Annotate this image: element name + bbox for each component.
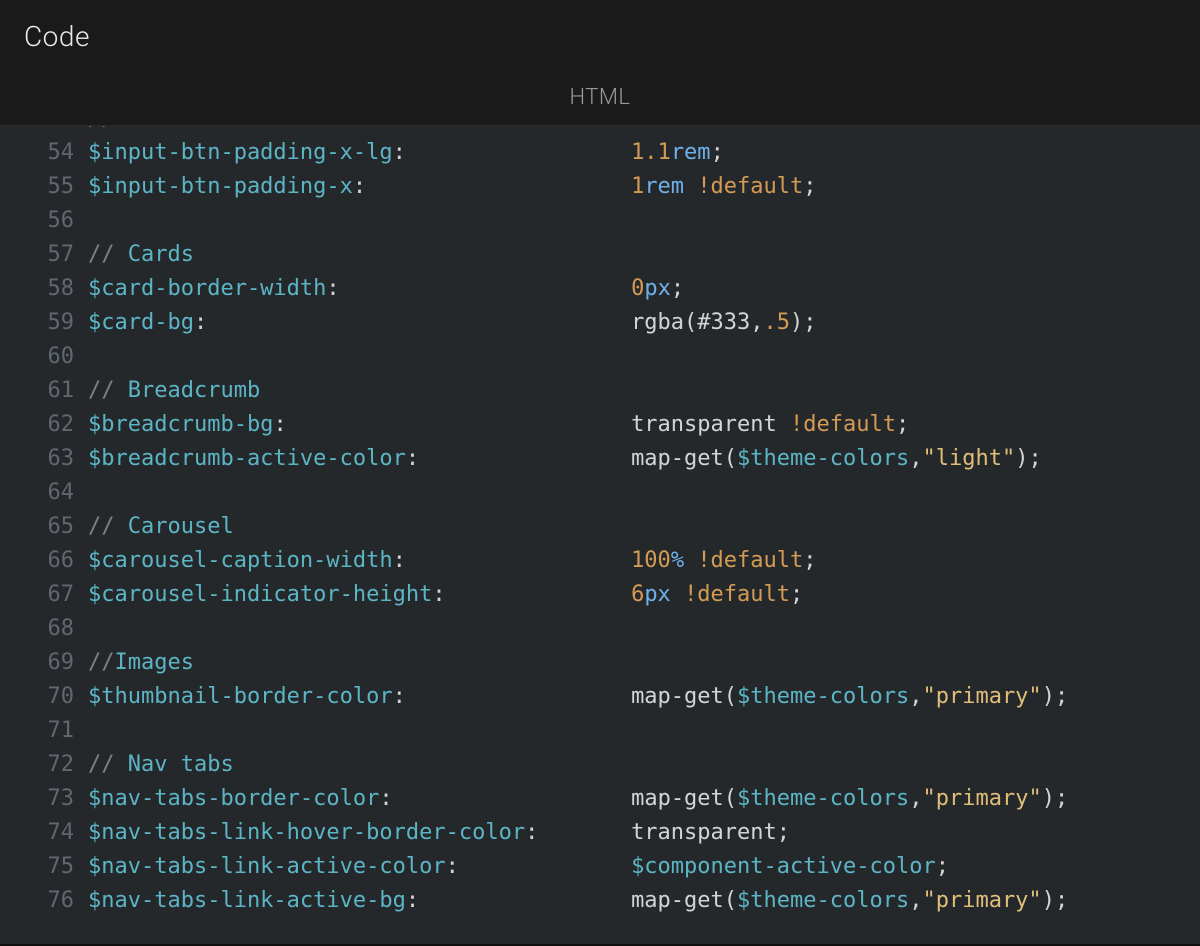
code-content[interactable]	[88, 476, 1200, 510]
line-number: 61	[0, 374, 88, 408]
code-line[interactable]: 70$thumbnail-border-color: map-get($them…	[0, 680, 1200, 714]
line-number: 68	[0, 612, 88, 646]
code-line[interactable]: 54$input-btn-padding-x-lg: 1.1rem;	[0, 136, 1200, 170]
line-number: 56	[0, 204, 88, 238]
line-number: 63	[0, 442, 88, 476]
code-line[interactable]: 61// Breadcrumb	[0, 374, 1200, 408]
line-number: 70	[0, 680, 88, 714]
line-number: 54	[0, 136, 88, 170]
code-line[interactable]: 64	[0, 476, 1200, 510]
panel-header: Code	[0, 0, 1200, 70]
line-number: 72	[0, 748, 88, 782]
line-number: 55	[0, 170, 88, 204]
code-line[interactable]: 55$input-btn-padding-x: 1rem !default;	[0, 170, 1200, 204]
code-content[interactable]: // Nav tabs	[88, 748, 1200, 782]
code-line[interactable]: 73$nav-tabs-border-color: map-get($theme…	[0, 782, 1200, 816]
code-line[interactable]: 72// Nav tabs	[0, 748, 1200, 782]
code-content[interactable]	[88, 204, 1200, 238]
code-content[interactable]: $thumbnail-border-color: map-get($theme-…	[88, 680, 1200, 714]
code-content[interactable]: $carousel-caption-width: 100% !default;	[88, 544, 1200, 578]
code-content[interactable]: $input-btn-padding-x: 1rem !default;	[88, 170, 1200, 204]
line-number: 66	[0, 544, 88, 578]
code-content[interactable]: // Breadcrumb	[88, 374, 1200, 408]
code-content[interactable]	[88, 612, 1200, 646]
code-content[interactable]: // Buttons	[88, 125, 1200, 136]
tab-html[interactable]: HTML	[569, 85, 630, 110]
code-content[interactable]: // Cards	[88, 238, 1200, 272]
line-number: 53	[0, 125, 88, 136]
code-line[interactable]: 69//Images	[0, 646, 1200, 680]
panel-title: Code	[24, 20, 1176, 53]
line-number: 67	[0, 578, 88, 612]
code-content[interactable]: $card-bg: rgba(#333,.5);	[88, 306, 1200, 340]
tab-bar: HTML	[0, 70, 1200, 125]
code-line[interactable]: 58$card-border-width: 0px;	[0, 272, 1200, 306]
code-line[interactable]: 63$breadcrumb-active-color: map-get($the…	[0, 442, 1200, 476]
code-line[interactable]: 57// Cards	[0, 238, 1200, 272]
code-content[interactable]: // Carousel	[88, 510, 1200, 544]
code-line[interactable]: 56	[0, 204, 1200, 238]
code-line[interactable]: 71	[0, 714, 1200, 748]
line-number: 69	[0, 646, 88, 680]
code-line[interactable]: 60	[0, 340, 1200, 374]
line-number: 71	[0, 714, 88, 748]
code-line[interactable]: 76$nav-tabs-link-active-bg: map-get($the…	[0, 884, 1200, 918]
line-number: 59	[0, 306, 88, 340]
code-line[interactable]: 59$card-bg: rgba(#333,.5);	[0, 306, 1200, 340]
line-number: 60	[0, 340, 88, 374]
code-line[interactable]: 67$carousel-indicator-height: 6px !defau…	[0, 578, 1200, 612]
code-content[interactable]: $card-border-width: 0px;	[88, 272, 1200, 306]
line-number: 58	[0, 272, 88, 306]
code-content[interactable]: $input-btn-padding-x-lg: 1.1rem;	[88, 136, 1200, 170]
code-content[interactable]: $nav-tabs-link-active-color: $component-…	[88, 850, 1200, 884]
code-content[interactable]	[88, 714, 1200, 748]
code-content[interactable]: $breadcrumb-bg: transparent !default;	[88, 408, 1200, 442]
code-line[interactable]: 53// Buttons	[0, 125, 1200, 136]
code-line[interactable]: 62$breadcrumb-bg: transparent !default;	[0, 408, 1200, 442]
line-number: 76	[0, 884, 88, 918]
line-number: 64	[0, 476, 88, 510]
code-content[interactable]: $nav-tabs-link-active-bg: map-get($theme…	[88, 884, 1200, 918]
code-content[interactable]: $nav-tabs-link-hover-border-color: trans…	[88, 816, 1200, 850]
code-line[interactable]: 68	[0, 612, 1200, 646]
code-content[interactable]: $carousel-indicator-height: 6px !default…	[88, 578, 1200, 612]
code-line[interactable]: 74$nav-tabs-link-hover-border-color: tra…	[0, 816, 1200, 850]
code-editor[interactable]: 53// Buttons54$input-btn-padding-x-lg: 1…	[0, 125, 1200, 946]
code-line[interactable]: 65// Carousel	[0, 510, 1200, 544]
line-number: 65	[0, 510, 88, 544]
code-content[interactable]: $nav-tabs-border-color: map-get($theme-c…	[88, 782, 1200, 816]
line-number: 62	[0, 408, 88, 442]
line-number: 74	[0, 816, 88, 850]
line-number: 57	[0, 238, 88, 272]
line-number: 75	[0, 850, 88, 884]
code-content[interactable]: //Images	[88, 646, 1200, 680]
code-line[interactable]: 66$carousel-caption-width: 100% !default…	[0, 544, 1200, 578]
line-number: 73	[0, 782, 88, 816]
code-line[interactable]: 75$nav-tabs-link-active-color: $componen…	[0, 850, 1200, 884]
code-content[interactable]: $breadcrumb-active-color: map-get($theme…	[88, 442, 1200, 476]
code-content[interactable]	[88, 340, 1200, 374]
